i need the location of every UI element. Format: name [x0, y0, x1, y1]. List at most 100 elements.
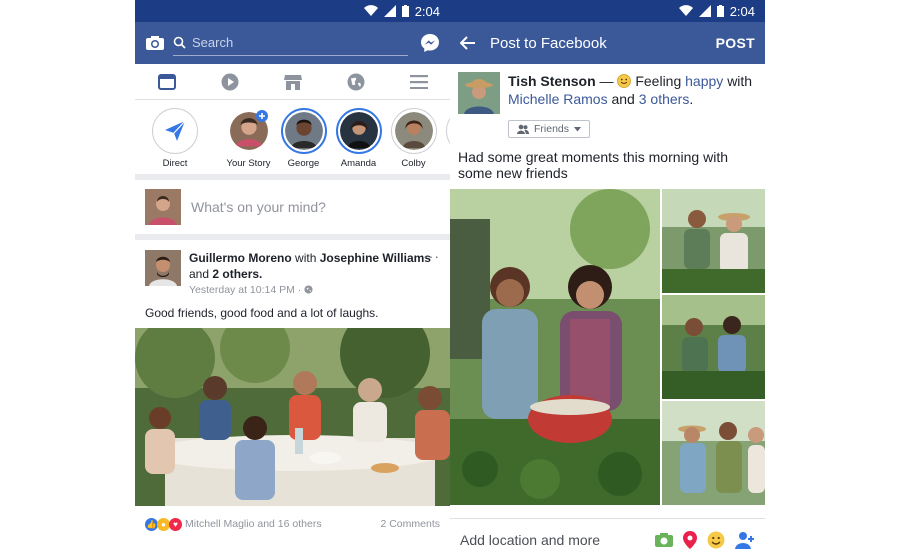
composer-placeholder: What's on your mind? [191, 199, 326, 215]
story-ring [390, 108, 437, 154]
direct-ring [152, 108, 198, 154]
story-ring [280, 108, 327, 154]
feed-post: Guillermo Moreno with Josephine Williams… [135, 240, 450, 542]
and-text: and [189, 267, 210, 281]
friends-icon [517, 124, 529, 134]
author-name[interactable]: Guillermo Moreno [189, 251, 292, 265]
reactions-summary[interactable]: 👍 ● ♥ Mitchell Maglio and 16 others [145, 517, 322, 531]
with-text: with [295, 251, 317, 265]
screen-title: Post to Facebook [490, 34, 607, 52]
story-label: Your Story [226, 158, 271, 169]
post-meta: Yesterday at 10:14 PM · [189, 284, 440, 296]
tab-news-feed[interactable] [147, 64, 187, 100]
period-text: . [689, 91, 694, 107]
and-text: and [611, 91, 635, 107]
tag-people-icon[interactable] [735, 531, 755, 549]
author-avatar[interactable] [145, 250, 181, 286]
side-photo-2[interactable] [662, 295, 765, 399]
reactions-text: Mitchell Maglio and 16 others [185, 518, 322, 530]
camera-icon[interactable] [145, 35, 165, 51]
post-photo[interactable] [135, 328, 450, 506]
smiley-icon [617, 74, 632, 88]
app-bar: Post to Facebook POST [450, 22, 765, 64]
side-photo-1[interactable] [662, 189, 765, 293]
messenger-icon[interactable] [420, 33, 440, 53]
author-name[interactable]: Tish Stenson [508, 73, 596, 89]
story-label: Amanda [340, 158, 377, 169]
battery-icon [716, 5, 724, 17]
dash-text: — [599, 73, 614, 89]
paper-plane-icon [165, 120, 186, 141]
search-icon [173, 36, 186, 49]
others-link[interactable]: 3 others [639, 91, 690, 107]
back-arrow-icon[interactable] [460, 36, 476, 50]
tagged-name[interactable]: Josephine Williams [320, 251, 431, 265]
battery-icon [401, 5, 409, 17]
composer[interactable]: What's on your mind? [135, 180, 450, 240]
meta-separator: · [297, 284, 302, 296]
avatar [339, 112, 378, 150]
globe-icon [347, 73, 364, 90]
globe-icon [304, 285, 313, 294]
photo-camera-icon[interactable] [655, 532, 673, 547]
main-photo[interactable] [450, 189, 660, 505]
search-input[interactable]: Search [173, 30, 408, 56]
feeling-link[interactable]: happy [685, 73, 723, 89]
feeling-text: Feeling [635, 73, 682, 89]
story-your-story[interactable]: Your Story [221, 108, 276, 169]
others-link[interactable]: 2 others. [212, 267, 262, 281]
post-time[interactable]: Yesterday at 10:14 PM [189, 284, 295, 296]
add-more-label[interactable]: Add location and more [460, 532, 655, 548]
signal-icon [383, 5, 396, 17]
location-pin-icon[interactable] [683, 530, 697, 549]
post-button[interactable]: POST [716, 35, 755, 51]
story-direct[interactable]: Direct [145, 108, 205, 169]
tab-notifications[interactable] [336, 64, 376, 100]
tagged-link[interactable]: Michelle Ramos [508, 91, 608, 107]
attachment-icons [655, 530, 755, 549]
wifi-icon [363, 5, 378, 17]
add-story-icon[interactable] [256, 110, 268, 122]
photo-collage [450, 189, 765, 505]
avatar [394, 112, 433, 150]
menu-icon [409, 74, 428, 89]
author-line: Tish Stenson — Feeling happy with Michel… [508, 72, 757, 114]
story-amanda[interactable]: Amanda [331, 108, 386, 169]
post-title: Guillermo Moreno with Josephine Williams… [189, 250, 440, 282]
add-more-bar: Add location and more [450, 518, 765, 560]
app-bar: Search [135, 22, 450, 64]
story-george[interactable]: George [276, 108, 331, 169]
shop-icon [283, 74, 302, 90]
post-options-button[interactable]: ··· [423, 248, 440, 264]
post-header: Guillermo Moreno with Josephine Williams… [135, 240, 450, 302]
avatar [284, 112, 323, 150]
story-ring [335, 108, 382, 154]
love-reaction-icon: ♥ [169, 517, 182, 531]
audience-selector[interactable]: Friends [508, 120, 591, 138]
post-text: Good friends, good food and a lot of lau… [145, 306, 379, 320]
status-bar: 2:04 [450, 0, 765, 22]
status-text[interactable]: Had some great moments this morning with… [450, 139, 765, 189]
clock: 2:04 [729, 3, 755, 19]
story-label: Colby [401, 158, 426, 169]
stories-tray: Direct Your Story George Amanda Colby [135, 100, 450, 180]
side-photo-3[interactable] [662, 401, 765, 505]
tab-bar [135, 64, 450, 100]
tab-watch[interactable] [210, 64, 250, 100]
story-colby[interactable]: Colby [386, 108, 441, 169]
clock: 2:04 [414, 3, 440, 19]
news-feed-icon [157, 73, 176, 90]
feeling-icon[interactable] [707, 531, 725, 549]
author-avatar[interactable] [458, 72, 500, 114]
tab-marketplace[interactable] [273, 64, 313, 100]
play-icon [221, 73, 238, 90]
story-partial[interactable]: A [441, 108, 450, 169]
comments-count[interactable]: 2 Comments [380, 518, 440, 530]
search-placeholder: Search [192, 35, 234, 50]
caret-down-icon [574, 126, 582, 131]
author-row: Tish Stenson — Feeling happy with Michel… [450, 64, 765, 118]
tab-menu[interactable] [399, 64, 439, 100]
reactions-bar: 👍 ● ♥ Mitchell Maglio and 16 others 2 Co… [135, 506, 450, 542]
audience-label: Friends [534, 123, 570, 135]
profile-avatar [145, 189, 181, 225]
